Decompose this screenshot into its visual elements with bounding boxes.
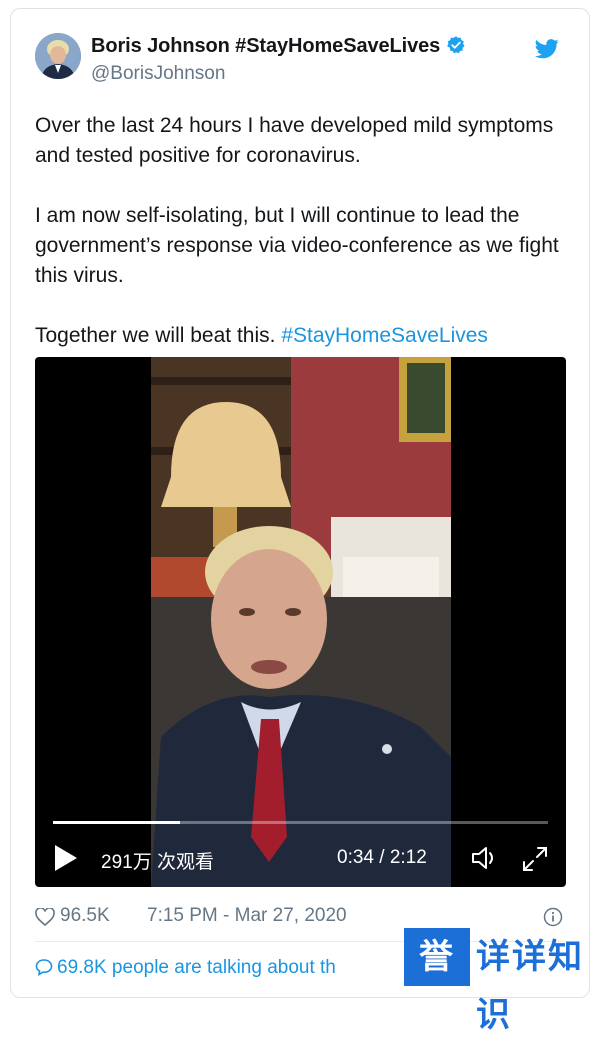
talking-text: 69.8K people are talking about th xyxy=(57,957,336,978)
tweet-paragraph-2: I am now self-isolating, but I will cont… xyxy=(35,204,559,287)
twitter-bird-icon[interactable] xyxy=(535,39,559,59)
heart-icon[interactable] xyxy=(35,908,55,926)
video-controls: 291万 次观看 0:34 / 2:12 xyxy=(35,839,566,879)
tweet-header: Boris Johnson #StayHomeSaveLives @BorisJ… xyxy=(35,33,565,93)
video-frame xyxy=(151,357,451,887)
author-handle[interactable]: @BorisJohnson xyxy=(91,63,225,85)
video-progress-bar[interactable] xyxy=(53,821,548,824)
verified-badge-icon xyxy=(447,36,465,54)
video-player[interactable]: 291万 次观看 0:34 / 2:12 xyxy=(35,357,566,887)
tweet-body: Over the last 24 hours I have developed … xyxy=(35,111,565,381)
talking-link[interactable]: 69.8K people are talking about th xyxy=(35,957,336,979)
fullscreen-icon[interactable] xyxy=(521,845,549,873)
tweet-card: Boris Johnson #StayHomeSaveLives @BorisJ… xyxy=(10,8,590,998)
like-count[interactable]: 96.5K xyxy=(60,905,110,927)
tweet-paragraph-3: Together we will beat this. #StayHomeSav… xyxy=(35,321,565,351)
view-count: 291万 次观看 xyxy=(101,852,214,873)
watermark-logo: 誉 详详知识 xyxy=(404,922,584,1035)
hashtag-link[interactable]: #StayHomeSaveLives xyxy=(281,324,488,347)
tweet-paragraph-1: Over the last 24 hours I have developed … xyxy=(35,114,554,167)
video-time: 0:34 / 2:12 xyxy=(337,847,427,868)
closing-text: Together we will beat this. xyxy=(35,324,276,347)
author-name-text: Boris Johnson #StayHomeSaveLives xyxy=(91,35,441,57)
play-icon[interactable] xyxy=(55,845,77,871)
video-progress-fill xyxy=(53,821,181,824)
volume-icon[interactable] xyxy=(470,843,500,873)
avatar[interactable] xyxy=(35,33,81,79)
author-name[interactable]: Boris Johnson #StayHomeSaveLives xyxy=(91,35,466,58)
speech-bubble-icon xyxy=(35,959,53,976)
watermark-box: 誉 xyxy=(404,928,470,986)
watermark-text: 详详知识 xyxy=(476,937,584,1035)
tweet-timestamp[interactable]: 7:15 PM - Mar 27, 2020 xyxy=(147,905,347,927)
